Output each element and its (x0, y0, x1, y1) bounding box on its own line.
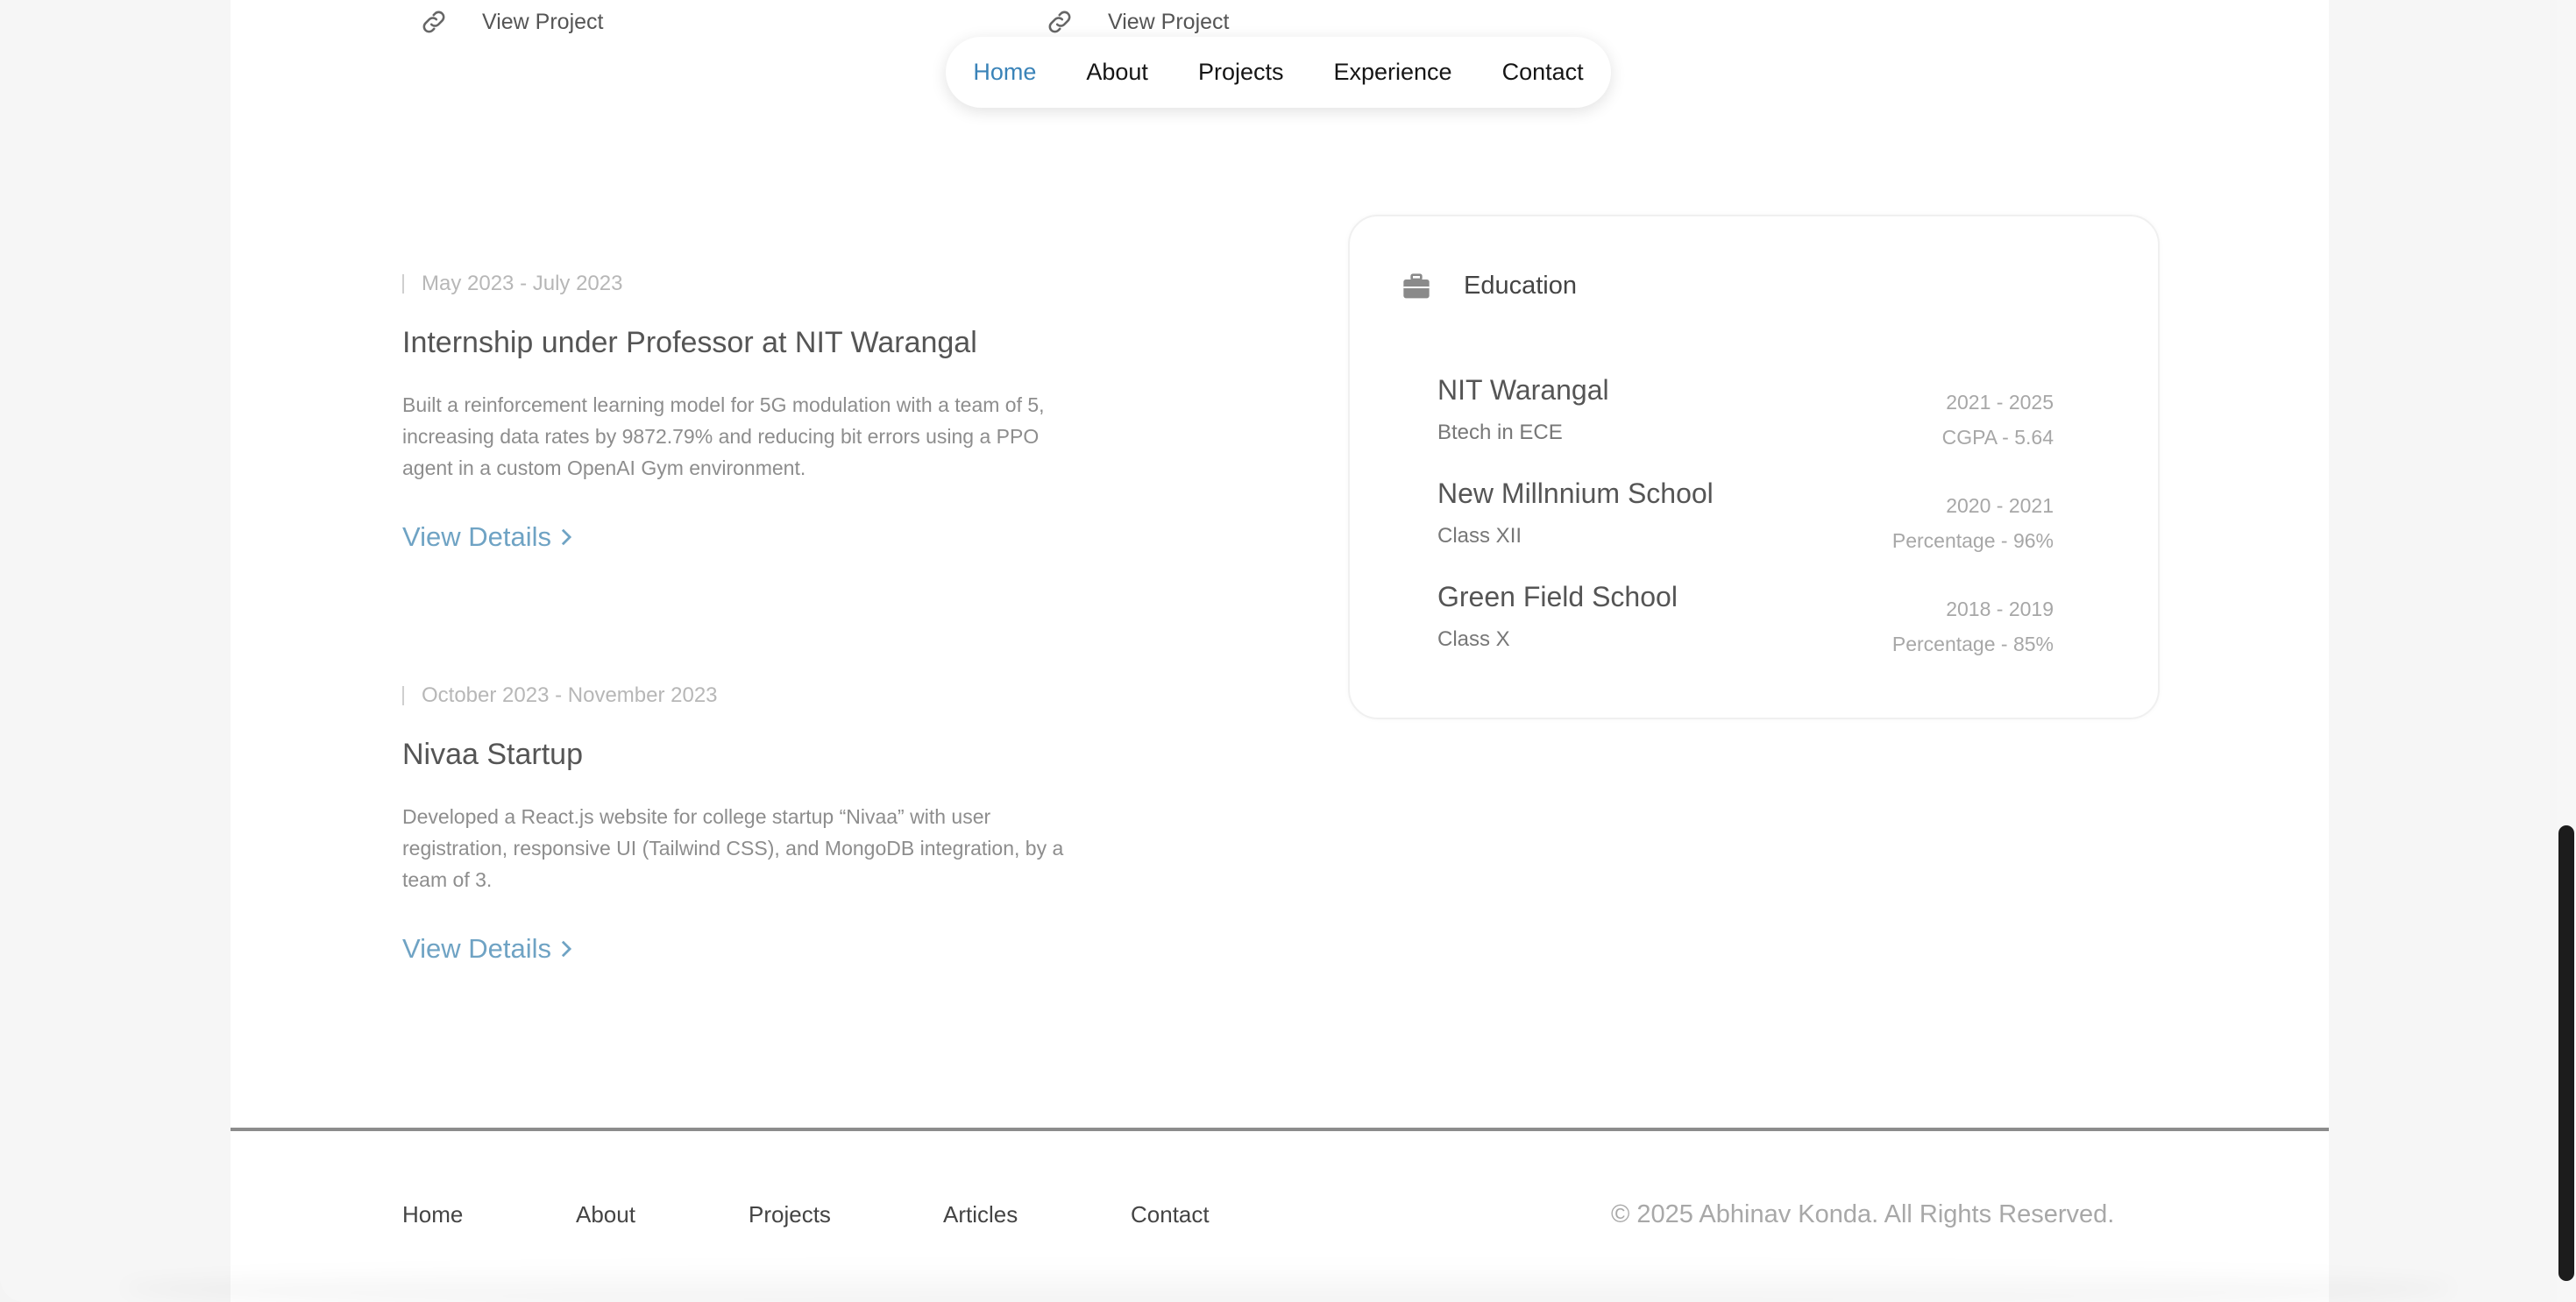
nav-home[interactable]: Home (973, 59, 1036, 86)
chevron-right-icon (561, 528, 572, 546)
education-years: 2021 - 2025 (1946, 391, 2054, 414)
footer-link-projects[interactable]: Projects (749, 1201, 831, 1228)
view-project-link[interactable]: View Project (1045, 7, 1230, 37)
briefcase-icon (1403, 272, 1430, 298)
education-entry: NIT Warangal Btech in ECE 2021 - 2025 CG… (1437, 374, 2054, 449)
experience-description: Built a reinforcement learning model for… (402, 393, 1045, 479)
view-details-link[interactable]: View Details (402, 933, 572, 965)
nav-experience[interactable]: Experience (1333, 59, 1451, 86)
footer-link-home[interactable]: Home (402, 1201, 463, 1228)
view-details-label: View Details (402, 521, 552, 552)
experience-description: Developed a React.js website for college… (402, 805, 1064, 891)
education-title: Education (1464, 272, 1577, 300)
education-score: Percentage - 85% (1891, 633, 2054, 655)
footer-link-articles[interactable]: Articles (943, 1201, 1018, 1228)
view-project-label: View Project (482, 9, 604, 34)
education-header: Education (1402, 272, 1577, 301)
view-project-label: View Project (1108, 9, 1230, 34)
experience-title: Nivaa Startup (402, 738, 583, 771)
view-details-link[interactable]: View Details (402, 521, 572, 553)
education-meta: 2018 - 2019 Percentage - 85% (1892, 591, 2054, 662)
education-years: 2020 - 2021 (1946, 494, 2054, 517)
chevron-right-icon (561, 940, 572, 958)
link-icon (1048, 11, 1071, 33)
education-card: Education NIT Warangal Btech in ECE 2021… (1348, 215, 2160, 719)
floating-nav: Home About Projects Experience Contact (946, 37, 1611, 108)
scrollbar-thumb[interactable] (2558, 825, 2574, 1281)
education-years: 2018 - 2019 (1946, 598, 2054, 620)
date-divider (402, 274, 404, 294)
experience-entry: May 2023 - July 2023 Internship under Pr… (402, 272, 1086, 553)
experience-date: October 2023 - November 2023 (402, 683, 1086, 708)
link-icon (422, 11, 445, 33)
experience-date-text: May 2023 - July 2023 (422, 272, 623, 295)
experience-title: Internship under Professor at NIT Warang… (402, 326, 977, 359)
footer-link-about[interactable]: About (576, 1201, 635, 1228)
education-score: Percentage - 96% (1891, 529, 2054, 552)
date-divider (402, 686, 404, 705)
footer-divider (231, 1128, 2329, 1131)
footer-link-contact[interactable]: Contact (1131, 1201, 1210, 1228)
browser-viewport: View Project View Project Home About Pro… (0, 0, 2576, 1302)
copyright-text: © 2025 Abhinav Konda. All Rights Reserve… (1611, 1200, 2115, 1228)
experience-date: May 2023 - July 2023 (402, 272, 1086, 296)
scrollbar-track[interactable] (2557, 0, 2576, 1302)
view-project-link[interactable]: View Project (419, 7, 604, 37)
education-entry: New Millnnium School Class XII 2020 - 20… (1437, 478, 2054, 552)
experience-entry: October 2023 - November 2023 Nivaa Start… (402, 683, 1086, 965)
education-entry: Green Field School Class X 2018 - 2019 P… (1437, 581, 2054, 655)
nav-about[interactable]: About (1086, 59, 1148, 86)
experience-date-text: October 2023 - November 2023 (422, 683, 718, 707)
education-score: CGPA - 5.64 (1941, 426, 2054, 449)
education-meta: 2020 - 2021 Percentage - 96% (1892, 488, 2054, 558)
view-details-label: View Details (402, 933, 552, 964)
education-meta: 2021 - 2025 CGPA - 5.64 (1942, 385, 2054, 455)
nav-projects[interactable]: Projects (1198, 59, 1284, 86)
nav-contact[interactable]: Contact (1502, 59, 1584, 86)
